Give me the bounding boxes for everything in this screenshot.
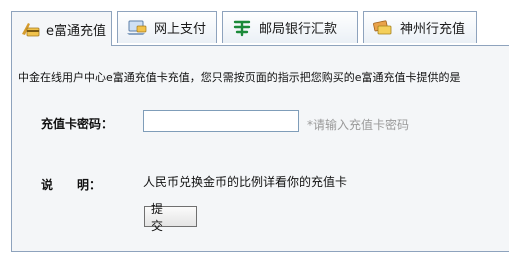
notice-text: 中金在线用户中心e富通充值卡充值，您只需按页面的指示把您购买的e富通充值卡提供的…	[18, 71, 461, 84]
description-label: 说 明：	[41, 178, 102, 192]
submit-button[interactable]: 提 交	[144, 202, 197, 233]
tab-efutong[interactable]: e富通充值	[11, 11, 112, 46]
tab-label: e富通充值	[46, 23, 106, 39]
post-office-icon	[231, 19, 253, 37]
tab-post-bank-transfer[interactable]: 邮局银行汇款	[222, 11, 358, 43]
tab-online-payment[interactable]: 网上支付	[117, 11, 217, 43]
recharge-page: e富通充值 网上支付 邮局银行汇款 神州行充值 中金在线用户中心e富通充值卡充值…	[0, 0, 509, 262]
card-password-input[interactable]	[143, 110, 299, 132]
description-text: 人民币兑换金币的比例详看你的充值卡	[143, 175, 348, 189]
tab-label: 神州行充值	[400, 22, 466, 37]
tab-shenzhouxing-recharge[interactable]: 神州行充值	[363, 11, 477, 43]
card-stack-icon	[372, 19, 394, 37]
bank-card-icon	[20, 20, 40, 38]
tab-label: 网上支付	[154, 22, 207, 37]
laptop-card-icon	[126, 19, 148, 37]
tab-bar: e富通充值 网上支付 邮局银行汇款 神州行充值	[11, 11, 509, 46]
password-label: 充值卡密码：	[41, 117, 114, 131]
password-hint: *请输入充值卡密码	[307, 118, 410, 132]
tab-label: 邮局银行汇款	[259, 22, 338, 37]
